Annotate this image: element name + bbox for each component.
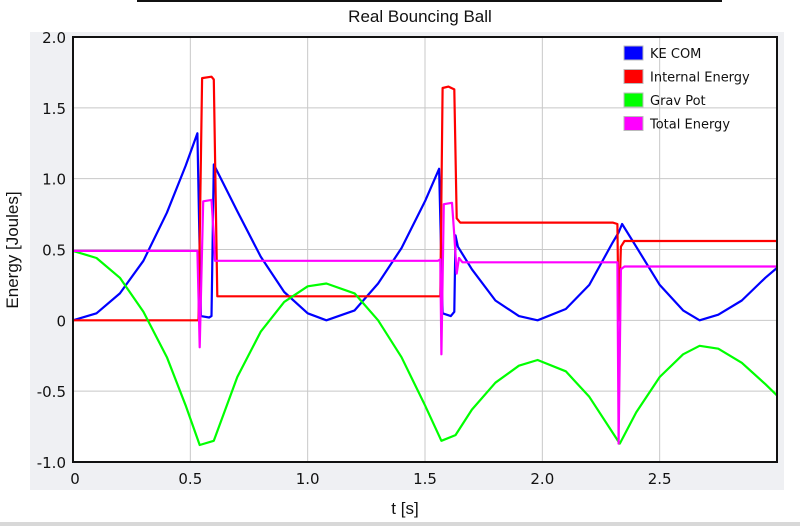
legend-label: KE COM [650,47,701,62]
x-tick-label: 0 [70,470,80,488]
y-tick-label: 2.0 [42,29,66,47]
legend-label: Internal Energy [650,71,750,86]
legend-item: Total Energy [623,116,730,133]
x-axis-label: t [s] [391,499,418,518]
bottom-divider [0,522,800,526]
x-tick-label: 2.5 [648,470,672,488]
y-tick-label: 1.5 [42,100,66,118]
legend-swatch [623,69,644,84]
energy-chart: Real Bouncing Ball 2.0 1.5 1.0 0.5 0 -0.5 -1.0… [0,2,800,526]
y-tick-label: -1.0 [37,454,66,472]
y-tick-label: 0.5 [42,242,66,260]
legend-item: Grav Pot [623,92,706,109]
y-tick-label: 1.0 [42,171,66,189]
x-tick-label: 2.0 [530,470,554,488]
y-tick-label: -0.5 [37,383,66,401]
legend-swatch [623,92,644,108]
legend-swatch [623,45,644,61]
y-axis-label: Energy [Joules] [3,191,22,308]
legend-label: Grav Pot [650,94,706,109]
x-tick-label: 1.5 [413,470,437,488]
x-tick-label: 0.5 [178,470,202,488]
x-tick-label: 1.0 [296,470,320,488]
y-tick-label: 0 [56,312,66,330]
legend-swatch [623,116,644,131]
legend-label: Total Energy [649,118,730,133]
chart-title: Real Bouncing Ball [348,7,492,26]
legend-item: Internal Energy [623,69,750,86]
legend-item: KE COM [623,45,701,62]
